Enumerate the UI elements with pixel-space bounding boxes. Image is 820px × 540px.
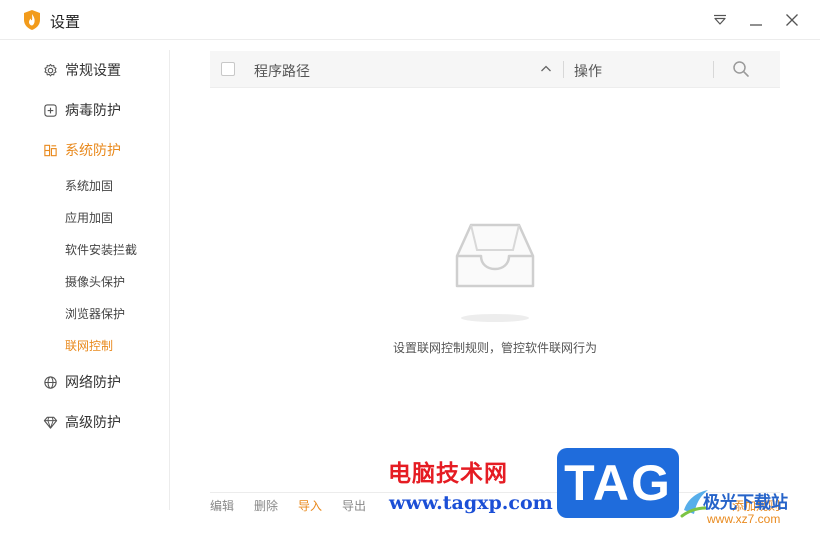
sidebar-item-advanced-protection[interactable]: 高级防护	[42, 410, 121, 434]
shield-flame-logo	[22, 9, 42, 31]
edit-button[interactable]: 编辑	[210, 497, 234, 514]
watermark-cn-text: 电脑技术网	[388, 460, 508, 486]
minimize-icon[interactable]	[744, 8, 768, 32]
column-header-action: 操作	[574, 63, 602, 79]
chevron-up-icon[interactable]	[539, 62, 553, 81]
sidebar-item-label: 网络防护	[65, 374, 121, 390]
sidebar-subitem-network-control[interactable]: 联网控制	[65, 337, 113, 355]
watermark-tag-text: TAG	[564, 455, 672, 511]
empty-tray-icon	[451, 222, 539, 295]
dropdown-menu-icon[interactable]	[708, 8, 732, 32]
close-icon[interactable]	[780, 8, 804, 32]
window-title: 设置	[50, 14, 81, 31]
delete-button[interactable]: 删除	[254, 497, 278, 514]
sidebar-subitem-system-hardening[interactable]: 系统加固	[65, 177, 113, 195]
sidebar-item-label: 系统防护	[65, 142, 121, 158]
sidebar-item-system-protection[interactable]: 系统防护	[42, 138, 121, 162]
sidebar-subitem-browser-protection[interactable]: 浏览器保护	[65, 305, 125, 323]
import-button[interactable]: 导入	[298, 497, 322, 514]
system-protect-icon	[42, 142, 58, 158]
sidebar-subitem-app-hardening[interactable]: 应用加固	[65, 209, 113, 227]
sidebar-subitem-camera-protection[interactable]: 摄像头保护	[65, 273, 125, 291]
sidebar-item-label: 常规设置	[65, 62, 121, 78]
sidebar-item-network-protection[interactable]: 网络防护	[42, 370, 121, 394]
sidebar-subitem-install-block[interactable]: 软件安装拦截	[65, 241, 137, 259]
table-header: 程序路径 操作	[210, 51, 780, 88]
sidebar-item-virus-protection[interactable]: 病毒防护	[42, 98, 121, 122]
watermark-site-name: 极光下载站	[703, 493, 788, 512]
column-divider	[563, 61, 564, 78]
sidebar-divider	[169, 50, 170, 510]
empty-icon-shadow	[461, 314, 529, 322]
column-divider	[713, 61, 714, 78]
empty-state-message: 设置联网控制规则，管控软件联网行为	[392, 341, 597, 355]
globe-icon	[42, 374, 58, 390]
title-bar: 设置	[0, 0, 820, 40]
export-button[interactable]: 导出	[342, 497, 366, 514]
watermark-url-text: www.tagxp.com	[389, 492, 553, 514]
plus-square-icon	[42, 102, 58, 118]
search-icon[interactable]	[732, 60, 750, 83]
sidebar-item-general[interactable]: 常规设置	[42, 58, 121, 82]
diamond-icon	[42, 414, 58, 430]
column-header-path[interactable]: 程序路径	[254, 61, 310, 81]
gear-icon	[42, 62, 58, 78]
watermark-tag-badge: TAG	[557, 448, 679, 518]
watermark-site-url: www.xz7.com	[707, 512, 781, 526]
sidebar-item-label: 病毒防护	[65, 102, 121, 118]
sidebar-item-label: 高级防护	[65, 414, 121, 430]
select-all-checkbox[interactable]	[221, 62, 235, 76]
